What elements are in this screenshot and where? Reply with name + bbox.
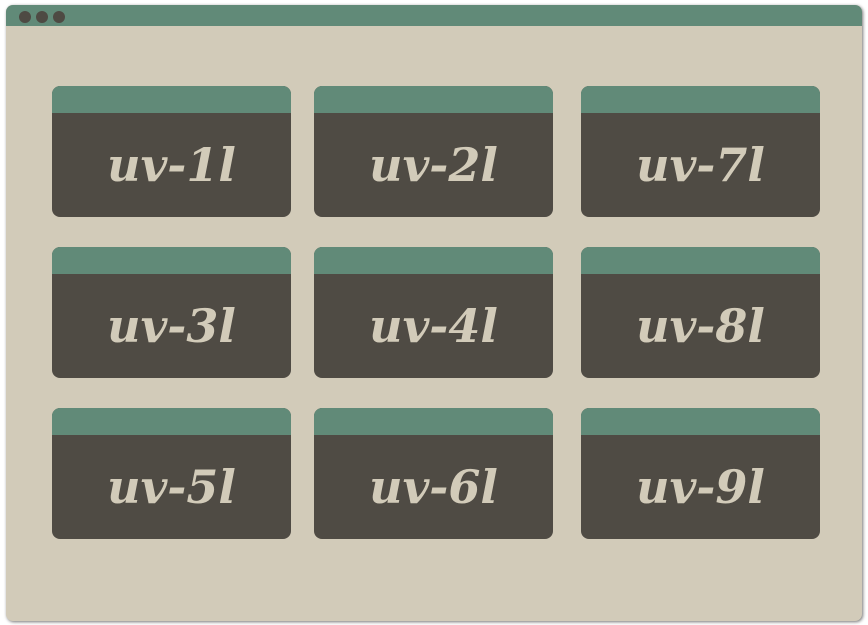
tile-header [581, 247, 820, 274]
tile-uv-7l[interactable]: uv-7l [581, 86, 820, 217]
tile-label: uv-3l [107, 299, 236, 353]
tile-header [581, 86, 820, 113]
tile-label: uv-9l [636, 460, 765, 514]
tile-header [52, 408, 291, 435]
window-maximize-dot[interactable] [53, 11, 65, 23]
tile-label: uv-1l [107, 138, 236, 192]
window-close-dot[interactable] [19, 11, 31, 23]
tile-header [52, 247, 291, 274]
tile-uv-9l[interactable]: uv-9l [581, 408, 820, 539]
tile-label: uv-7l [636, 138, 765, 192]
window-minimize-dot[interactable] [36, 11, 48, 23]
tile-header [52, 86, 291, 113]
tile-header [314, 86, 553, 113]
tile-label: uv-5l [107, 460, 236, 514]
tile-header [314, 247, 553, 274]
title-bar [6, 5, 862, 26]
tile-label: uv-6l [369, 460, 498, 514]
tile-label: uv-4l [369, 299, 498, 353]
tile-label: uv-2l [369, 138, 498, 192]
app-window: uv-1l uv-2l uv-7l uv-3l uv-4l uv-8l uv-5… [6, 5, 862, 621]
tile-uv-3l[interactable]: uv-3l [52, 247, 291, 378]
tile-uv-8l[interactable]: uv-8l [581, 247, 820, 378]
tile-header [581, 408, 820, 435]
tile-uv-1l[interactable]: uv-1l [52, 86, 291, 217]
tile-uv-5l[interactable]: uv-5l [52, 408, 291, 539]
tile-uv-2l[interactable]: uv-2l [314, 86, 553, 217]
tile-uv-4l[interactable]: uv-4l [314, 247, 553, 378]
tile-header [314, 408, 553, 435]
tile-uv-6l[interactable]: uv-6l [314, 408, 553, 539]
tile-label: uv-8l [636, 299, 765, 353]
